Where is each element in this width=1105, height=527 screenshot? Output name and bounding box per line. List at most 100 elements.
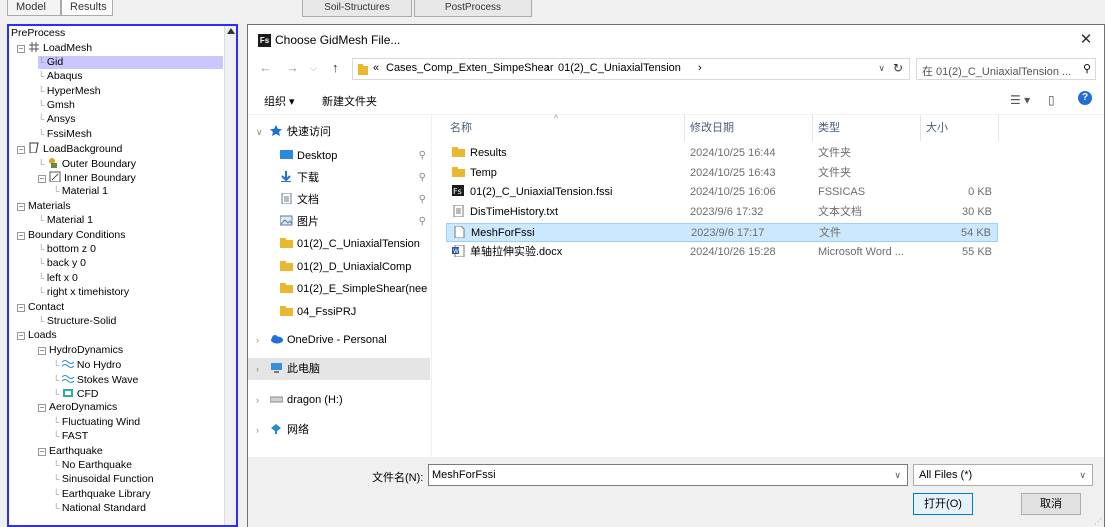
pin-icon[interactable]: ⚲ <box>419 189 426 211</box>
tree-item[interactable]: └ Gmsh <box>38 99 223 112</box>
tree-expander-icon[interactable]: − <box>38 346 46 355</box>
tree-item[interactable]: └ Outer Boundary <box>38 157 223 170</box>
column-divider[interactable] <box>920 115 921 141</box>
chevron-down-icon[interactable]: ∨ <box>894 465 901 485</box>
tree-item[interactable]: − LoadMesh <box>17 41 223 54</box>
column-divider[interactable] <box>684 115 685 141</box>
nav-item[interactable]: 图片 ⚲ <box>248 211 430 233</box>
breadcrumb-overflow[interactable]: « <box>373 62 379 74</box>
tree-item[interactable]: └ left x 0 <box>38 272 223 285</box>
tree-expander-icon[interactable]: − <box>17 146 25 155</box>
breadcrumb-current[interactable]: 01(2)_C_UniaxialTension <box>558 62 681 74</box>
tree-item[interactable]: └ Fluctuating Wind <box>53 416 223 429</box>
column-size[interactable]: 大小 <box>926 119 948 135</box>
filename-input[interactable]: MeshForFssi ∨ <box>428 464 908 486</box>
file-row[interactable]: Fs 01(2)_C_UniaxialTension.fssi 2024/10/25… <box>446 183 998 202</box>
tree-expander-icon[interactable]: − <box>17 45 25 54</box>
tree-item[interactable]: └ Abaqus <box>38 70 223 83</box>
tree-item[interactable]: └ bottom z 0 <box>38 243 223 256</box>
back-arrow-icon[interactable]: ← <box>259 60 272 75</box>
tree-item[interactable]: └ Stokes Wave <box>53 373 223 386</box>
tree-expander-icon[interactable]: − <box>17 231 25 240</box>
tree-item[interactable]: − LoadBackground <box>17 142 223 155</box>
tree-item[interactable]: PreProcess <box>11 27 223 40</box>
address-bar[interactable]: « Cases_Comp_Exten_SimpeShear › 01(2)_C_… <box>352 58 910 80</box>
tree-item[interactable]: └ National Standard <box>53 502 223 515</box>
column-name[interactable]: 名称 <box>450 119 472 135</box>
tree-item[interactable]: − Inner Boundary <box>38 171 223 184</box>
tree-item[interactable]: − Boundary Conditions <box>17 229 223 242</box>
tree-item[interactable]: − HydroDynamics <box>38 344 223 357</box>
tree-item[interactable]: └ Gid <box>38 55 223 69</box>
breadcrumb-parent[interactable]: Cases_Comp_Exten_SimpeShear <box>386 62 554 74</box>
search-input[interactable]: 在 01(2)_C_UniaxialTension ... ⚲ <box>916 58 1096 80</box>
nav-item[interactable]: ∨ 快速访问 <box>248 121 430 143</box>
breadcrumb-separator-2[interactable]: › <box>698 62 702 74</box>
refresh-icon[interactable]: ↻ <box>893 61 903 75</box>
column-type[interactable]: 类型 <box>818 119 840 135</box>
tree-item[interactable]: └ CFD <box>53 387 223 400</box>
filetype-select[interactable]: All Files (*) ∨ <box>913 464 1093 486</box>
recent-chevron-icon[interactable]: ⌵ <box>310 63 317 74</box>
tree-item[interactable]: └ back y 0 <box>38 257 223 270</box>
nav-item[interactable]: › 此电脑 <box>248 358 430 380</box>
nav-item[interactable]: Desktop ⚲ <box>248 145 430 167</box>
tree-expander-icon[interactable]: − <box>17 332 25 341</box>
nav-item[interactable]: 04_FssiPRJ <box>248 301 430 323</box>
resize-grip-icon[interactable]: ⋰ <box>1094 517 1102 526</box>
nav-item[interactable]: › 网络 <box>248 419 430 441</box>
tree-expander-icon[interactable]: − <box>17 303 25 312</box>
cancel-button[interactable]: 取消 <box>1021 493 1081 515</box>
column-divider[interactable] <box>998 115 999 141</box>
organize-button[interactable]: 组织 ▾ <box>264 93 295 109</box>
chevron-right-icon[interactable]: › <box>256 419 259 441</box>
nav-item[interactable]: › dragon (H:) <box>248 389 430 411</box>
tree-item[interactable]: └ HyperMesh <box>38 85 223 98</box>
new-folder-button[interactable]: 新建文件夹 <box>322 93 377 109</box>
tree-item[interactable]: − Earthquake <box>38 445 223 458</box>
column-divider[interactable] <box>812 115 813 141</box>
tree-expander-icon[interactable]: − <box>17 202 25 211</box>
tree-item[interactable]: − Loads <box>17 329 223 342</box>
file-row[interactable]: MeshForFssi 2023/9/6 17:17 文件 54 KB <box>446 222 998 242</box>
tree-expander-icon[interactable]: − <box>38 447 46 456</box>
tree-item[interactable]: − Contact <box>17 301 223 314</box>
help-icon[interactable]: ? <box>1078 91 1092 105</box>
tree-item[interactable]: └ FssiMesh <box>38 128 223 141</box>
tree-item[interactable]: └ right x timehistory <box>38 286 223 299</box>
chevron-right-icon[interactable]: › <box>256 358 259 380</box>
forward-arrow-icon[interactable]: → <box>286 60 299 75</box>
tree-item[interactable]: └ Material 1 <box>38 214 223 227</box>
tab-model[interactable]: Model <box>7 0 61 16</box>
chevron-down-icon[interactable]: ∨ <box>878 63 885 74</box>
search-icon[interactable]: ⚲ <box>1083 62 1091 75</box>
preview-pane-icon[interactable]: ▯ <box>1048 93 1055 107</box>
file-row[interactable]: DisTimeHistory.txt 2023/9/6 17:32 文本文档 30 K… <box>446 203 998 222</box>
tree-item[interactable]: └ Ansys <box>38 113 223 126</box>
tree-item[interactable]: └ No Hydro <box>53 358 223 371</box>
tree-expander-icon[interactable]: − <box>38 404 46 413</box>
pane-divider[interactable] <box>431 115 432 457</box>
tree-item[interactable]: − AeroDynamics <box>38 401 223 414</box>
tab-results[interactable]: Results <box>61 0 113 16</box>
nav-item[interactable]: › OneDrive - Personal <box>248 329 430 351</box>
open-button[interactable]: 打开(O) <box>913 493 973 515</box>
nav-item[interactable]: 文档 ⚲ <box>248 189 430 211</box>
close-icon[interactable]: ✕ <box>1076 30 1096 48</box>
tree-item[interactable]: └ Earthquake Library <box>53 488 223 501</box>
tree-expander-icon[interactable]: − <box>38 175 46 183</box>
chevron-right-icon[interactable]: › <box>256 389 259 411</box>
tab-postprocess[interactable]: PostProcess <box>414 0 532 17</box>
scroll-up-icon[interactable] <box>227 28 235 34</box>
nav-item[interactable]: 01(2)_E_SimpleShear(nee <box>248 278 430 300</box>
tree-item[interactable]: └ Sinusoidal Function <box>53 473 223 486</box>
tree-scrollbar[interactable] <box>224 26 236 525</box>
file-row[interactable]: Temp 2024/10/25 16:43 文件夹 <box>446 164 998 183</box>
up-arrow-icon[interactable]: ↑ <box>332 60 339 75</box>
tree-item[interactable]: − Materials <box>17 200 223 213</box>
column-date[interactable]: 修改日期 <box>690 119 734 135</box>
tree-item[interactable]: └ No Earthquake <box>53 459 223 472</box>
file-row[interactable]: Results 2024/10/25 16:44 文件夹 <box>446 144 998 163</box>
tree-item[interactable]: └ FAST <box>53 430 223 443</box>
chevron-down-icon[interactable]: ∨ <box>256 121 263 143</box>
